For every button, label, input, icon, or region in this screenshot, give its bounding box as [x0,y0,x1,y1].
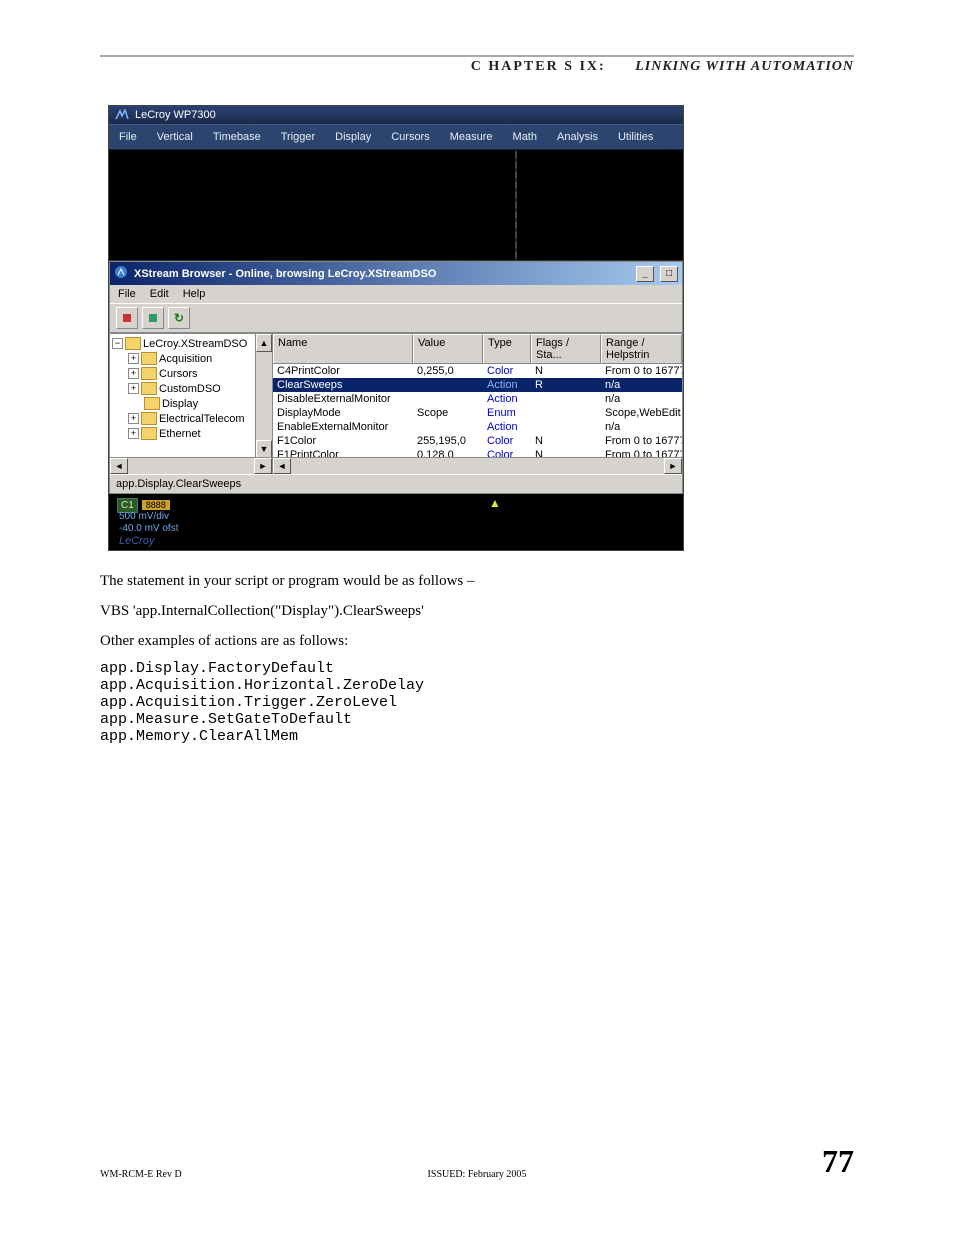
channel-box[interactable]: C18888 500 mV/div -40.0 mV ofst LeCroy [117,500,178,547]
tree-root[interactable]: LeCroy.XStreamDSO [143,338,247,350]
lecroy-watermark: LeCroy [119,535,178,547]
xstream-icon [114,265,128,282]
tree-item-label: ElectricalTelecom [159,413,245,425]
expand-icon[interactable]: + [128,368,139,379]
scroll-right-icon[interactable]: ► [664,458,682,474]
page-number: 77 [822,1143,854,1180]
screenshot: LeCroy WP7300 FileVerticalTimebaseTrigge… [108,105,684,551]
app-title: LeCroy WP7300 [135,109,216,121]
maximize-button[interactable]: □ [660,266,678,282]
tree-item-cursors[interactable]: + Cursors [112,366,272,381]
expand-icon[interactable]: + [128,383,139,394]
app-menu-cursors[interactable]: Cursors [381,125,440,149]
app-menu-utilities[interactable]: Utilities [608,125,663,149]
scroll-up-icon[interactable]: ▲ [256,334,272,352]
marker-icon: ▲ [489,496,501,510]
chapter-label: C HAPTER S IX: [471,59,606,74]
app-titlebar: LeCroy WP7300 [109,106,683,124]
body-text-1: The statement in your script or program … [100,571,854,593]
app-menu-analysis[interactable]: Analysis [547,125,608,149]
minimize-button[interactable]: _ [636,266,654,282]
grid-row[interactable]: DisableExternalMonitorActionn/a [273,392,682,406]
browser-menu-help[interactable]: Help [183,288,206,300]
body-text-3: Other examples of actions are as follows… [100,631,854,653]
app-menu-file[interactable]: File [109,125,147,149]
lower-panel: ▲ C18888 500 mV/div -40.0 mV ofst LeCroy [109,494,683,550]
expand-icon[interactable]: + [128,428,139,439]
tree-item-label: Cursors [159,368,198,380]
col-value[interactable]: Value [413,334,483,363]
grid-header: Name Value Type Flags / Sta... Range / H… [273,334,682,364]
col-range[interactable]: Range / Helpstrin [601,334,682,363]
tree-item-label: Ethernet [159,428,201,440]
statusbar: app.Display.ClearSweeps [110,474,682,493]
tree-item-label: Display [162,398,198,410]
browser-menu-file[interactable]: File [118,288,136,300]
app-menubar: FileVerticalTimebaseTriggerDisplayCursor… [109,124,683,150]
grid-row[interactable]: EnableExternalMonitorActionn/a [273,420,682,434]
grid-row[interactable]: C4PrintColor0,255,0ColorNFrom 0 to 16777… [273,364,682,378]
tree-item-label: CustomDSO [159,383,221,395]
refresh-icon[interactable]: ↻ [168,307,190,329]
expand-icon[interactable]: + [128,413,139,424]
expand-icon[interactable]: + [128,353,139,364]
page-header: C HAPTER S IX: LINKING WITH AUTOMATION [100,55,854,75]
browser-title: XStream Browser - Online, browsing LeCro… [134,268,436,280]
app-menu-vertical[interactable]: Vertical [147,125,203,149]
folder-icon [141,412,157,425]
tree-item-display[interactable]: Display [112,396,272,411]
app-menu-trigger[interactable]: Trigger [271,125,325,149]
code-block: app.Display.FactoryDefault app.Acquisiti… [100,660,854,745]
plot-area [109,150,683,261]
channel-badge: 8888 [142,500,170,510]
footer: WM-RCM-E Rev D ISSUED: February 2005 77 [100,1143,854,1180]
tree-pane[interactable]: − LeCroy.XStreamDSO + Acquisition + Cursors… [110,334,273,474]
disconnect-icon[interactable] [142,307,164,329]
grid-pane[interactable]: Name Value Type Flags / Sta... Range / H… [273,334,682,474]
folder-icon [141,352,157,365]
tree-item-electricaltelecom[interactable]: + ElectricalTelecom [112,411,272,426]
scroll-down-icon[interactable]: ▼ [256,440,272,458]
browser-toolbar: ↻ [110,303,682,333]
tree-item-acquisition[interactable]: + Acquisition [112,351,272,366]
footer-mid: ISSUED: February 2005 [428,1169,527,1180]
header-title: LINKING WITH AUTOMATION [635,59,854,74]
scroll-left-icon[interactable]: ◄ [273,458,291,474]
tree-item-ethernet[interactable]: + Ethernet [112,426,272,441]
browser-menu-edit[interactable]: Edit [150,288,169,300]
folder-icon [141,367,157,380]
app-menu-display[interactable]: Display [325,125,381,149]
tree-item-label: Acquisition [159,353,212,365]
folder-icon [141,427,157,440]
browser-window: XStream Browser - Online, browsing LeCro… [109,261,683,494]
connect-icon[interactable] [116,307,138,329]
col-type[interactable]: Type [483,334,531,363]
tree-vscrollbar[interactable]: ▲ ▼ [255,334,272,458]
col-name[interactable]: Name [273,334,413,363]
folder-icon [141,382,157,395]
browser-menubar: File Edit Help [110,285,682,303]
app-menu-measure[interactable]: Measure [440,125,503,149]
app-menu-math[interactable]: Math [503,125,547,149]
tree-item-customdso[interactable]: + CustomDSO [112,381,272,396]
collapse-icon[interactable]: − [112,338,123,349]
footer-left: WM-RCM-E Rev D [100,1169,182,1180]
lecroy-logo-icon [115,109,129,121]
folder-icon [125,337,141,350]
scroll-left-icon[interactable]: ◄ [110,458,128,474]
app-menu-timebase[interactable]: Timebase [203,125,271,149]
col-flags[interactable]: Flags / Sta... [531,334,601,363]
grid-hscrollbar[interactable]: ◄ ► [273,457,682,474]
grid-row[interactable]: DisplayModeScopeEnumScope,WebEdit [273,406,682,420]
app-window: LeCroy WP7300 FileVerticalTimebaseTrigge… [108,105,684,551]
body-text-2: VBS 'app.InternalCollection("Display").C… [100,601,854,623]
folder-icon [144,397,160,410]
channel-vdiv: 500 mV/div [119,511,178,523]
channel-offset: -40.0 mV ofst [119,523,178,535]
browser-titlebar: XStream Browser - Online, browsing LeCro… [110,262,682,285]
grid-row[interactable]: F1Color255,195,0ColorNFrom 0 to 16777… [273,434,682,448]
scroll-right-icon[interactable]: ► [254,458,272,474]
tree-hscrollbar[interactable]: ◄ ► [110,457,272,474]
grid-row[interactable]: ClearSweepsActionRn/a [273,378,682,392]
